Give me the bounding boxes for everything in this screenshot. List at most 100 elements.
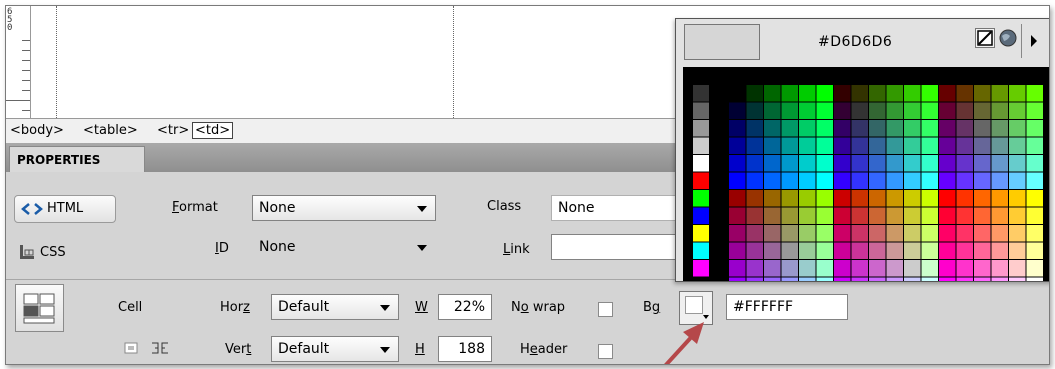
color-swatch[interactable] [956,260,974,277]
color-swatch[interactable] [886,277,904,283]
id-select[interactable]: None [252,234,436,260]
color-swatch[interactable] [851,102,869,120]
default-color-button[interactable] [975,28,995,48]
color-swatch[interactable] [956,277,974,283]
color-swatch[interactable] [693,137,709,155]
color-swatch[interactable] [869,242,886,260]
color-swatch[interactable] [816,225,834,242]
color-swatch[interactable] [939,207,956,225]
color-swatch[interactable] [816,120,834,137]
color-swatch[interactable] [729,172,746,190]
color-swatch[interactable] [1009,190,1026,207]
color-swatch[interactable] [1026,155,1044,172]
color-swatch-grid[interactable] [683,67,1050,282]
color-swatch[interactable] [956,85,974,102]
color-swatch[interactable] [1026,137,1044,155]
color-swatch[interactable] [939,120,956,137]
color-swatch[interactable] [869,260,886,277]
color-swatch[interactable] [764,207,781,225]
color-swatch[interactable] [799,155,816,172]
color-swatch[interactable] [886,225,904,242]
color-swatch[interactable] [869,85,886,102]
color-swatch[interactable] [834,242,851,260]
color-swatch[interactable] [764,277,781,283]
color-swatch[interactable] [921,190,939,207]
color-swatch[interactable] [781,85,799,102]
color-swatch[interactable] [1009,260,1026,277]
color-swatch[interactable] [921,207,939,225]
color-swatch[interactable] [816,137,834,155]
color-swatch[interactable] [764,190,781,207]
properties-tab[interactable]: PROPERTIES [9,146,145,173]
color-swatch[interactable] [904,172,921,190]
color-swatch[interactable] [939,137,956,155]
color-swatch[interactable] [1026,120,1044,137]
color-swatch[interactable] [974,207,991,225]
color-swatch[interactable] [764,225,781,242]
color-swatch[interactable] [869,155,886,172]
color-swatch[interactable] [729,260,746,277]
color-swatch[interactable] [939,190,956,207]
color-swatch[interactable] [834,102,851,120]
color-swatch[interactable] [1009,207,1026,225]
nowrap-checkbox[interactable] [598,302,613,317]
color-swatch[interactable] [799,225,816,242]
color-swatch[interactable] [729,85,746,102]
color-swatch[interactable] [764,155,781,172]
html-button[interactable]: HTML [14,195,116,223]
color-swatch[interactable] [974,102,991,120]
color-swatch[interactable] [799,137,816,155]
color-swatch[interactable] [904,225,921,242]
color-swatch[interactable] [869,137,886,155]
color-swatch[interactable] [781,277,799,283]
color-swatch[interactable] [869,190,886,207]
color-swatch[interactable] [974,225,991,242]
color-swatch[interactable] [693,120,709,137]
color-swatch[interactable] [799,85,816,102]
color-swatch[interactable] [781,102,799,120]
color-swatch[interactable] [921,225,939,242]
color-swatch[interactable] [834,172,851,190]
color-swatch[interactable] [1009,137,1026,155]
color-swatch[interactable] [799,277,816,283]
color-swatch[interactable] [1009,85,1026,102]
color-swatch[interactable] [746,155,764,172]
color-swatch[interactable] [1009,102,1026,120]
height-field[interactable]: 188 [438,336,492,362]
color-swatch[interactable] [904,120,921,137]
color-swatch[interactable] [956,190,974,207]
color-swatch[interactable] [939,277,956,283]
color-swatch[interactable] [1026,172,1044,190]
color-swatch[interactable] [693,102,709,120]
color-swatch[interactable] [729,155,746,172]
color-swatch[interactable] [799,120,816,137]
color-swatch[interactable] [869,102,886,120]
color-swatch[interactable] [746,172,764,190]
color-swatch[interactable] [816,260,834,277]
css-button-label[interactable]: CSS [40,245,66,260]
color-swatch[interactable] [886,85,904,102]
class-select[interactable]: None [551,195,681,221]
color-swatch[interactable] [851,277,869,283]
color-swatch[interactable] [939,85,956,102]
color-swatch[interactable] [729,207,746,225]
link-field[interactable] [551,234,681,260]
color-swatch[interactable] [1009,242,1026,260]
color-swatch[interactable] [956,155,974,172]
color-swatch[interactable] [693,260,709,277]
color-swatch[interactable] [834,155,851,172]
color-swatch[interactable] [816,102,834,120]
color-swatch[interactable] [746,277,764,283]
color-swatch[interactable] [816,155,834,172]
color-swatch[interactable] [693,207,709,225]
color-swatch[interactable] [764,120,781,137]
merge-cells-icon[interactable] [124,342,138,354]
color-swatch[interactable] [799,190,816,207]
color-swatch[interactable] [1026,190,1044,207]
color-swatch[interactable] [851,260,869,277]
vert-select[interactable]: Default [271,336,399,362]
color-swatch[interactable] [693,242,709,260]
color-swatch[interactable] [921,155,939,172]
color-swatch[interactable] [746,225,764,242]
color-swatch[interactable] [886,190,904,207]
